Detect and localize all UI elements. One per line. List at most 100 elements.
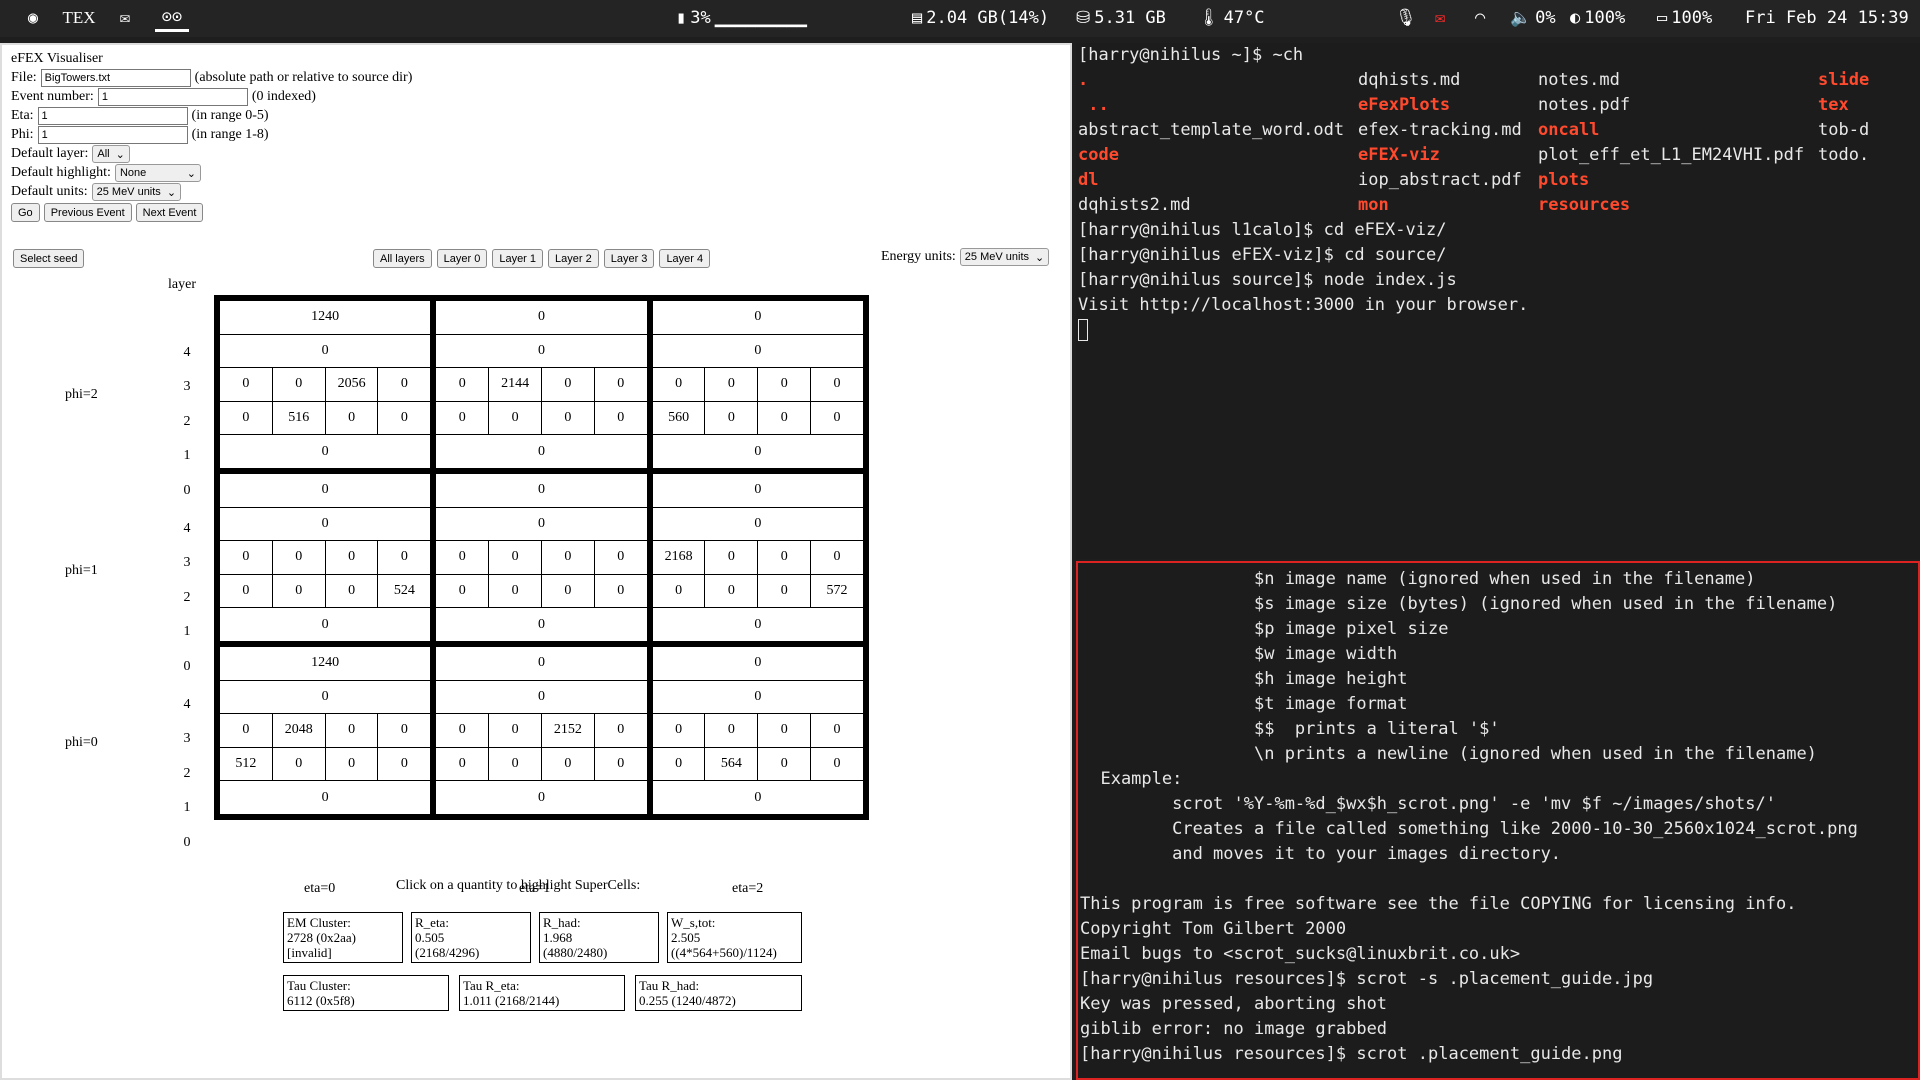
supercell-l1[interactable]: 516: [273, 401, 326, 435]
default-layer-select[interactable]: All ⌄: [92, 145, 130, 163]
supercell-l2[interactable]: 0: [378, 714, 430, 747]
cell-l0[interactable]: 0: [436, 435, 646, 468]
supercell-l1[interactable]: 0: [378, 748, 430, 781]
cell-l0[interactable]: 0: [653, 435, 863, 468]
supercell-l2[interactable]: 0: [220, 541, 273, 574]
supercell-l2[interactable]: 0: [595, 368, 647, 401]
go-button[interactable]: Go: [11, 203, 40, 222]
layer-0-button[interactable]: Layer 0: [436, 249, 488, 268]
supercell-l2[interactable]: 0: [220, 368, 273, 401]
supercell-l2[interactable]: 0: [811, 368, 863, 401]
cell-l0[interactable]: 0: [436, 608, 646, 641]
supercell-l2[interactable]: 2144: [489, 368, 542, 401]
quantity-box[interactable]: Tau R_eta: 1.011 (2168/2144): [459, 975, 625, 1011]
supercell-l1[interactable]: 0: [436, 574, 490, 608]
cell-l4[interactable]: 0: [436, 647, 646, 680]
supercell-l2[interactable]: 0: [220, 714, 273, 747]
supercell-l1[interactable]: 0: [220, 574, 273, 608]
supercell-l2[interactable]: 0: [758, 714, 812, 747]
terminal-top[interactable]: [harry@nihilus ~]$ ~ch . .. abstract_temp…: [1076, 43, 1920, 559]
supercell-l1[interactable]: 0: [595, 402, 647, 435]
layer-1-button[interactable]: Layer 1: [492, 249, 544, 268]
supercell-l2[interactable]: 2056: [326, 368, 379, 401]
quantity-box[interactable]: R_had: 1.968 (4880/2480): [539, 912, 659, 963]
supercell-l1[interactable]: 0: [705, 574, 759, 608]
event-number-input[interactable]: [97, 88, 248, 106]
workspace-4[interactable]: ⊙⊙: [155, 4, 189, 32]
mail-alert-icon[interactable]: ✉: [1435, 8, 1445, 28]
cell-l4[interactable]: 0: [436, 474, 646, 507]
cell-l3[interactable]: 0: [436, 335, 646, 368]
supercell-l2[interactable]: 0: [758, 368, 812, 401]
workspace-1[interactable]: ◉: [16, 4, 50, 32]
energy-units-select[interactable]: 25 MeV units ⌄: [959, 248, 1050, 266]
supercell-l2[interactable]: 0: [542, 368, 595, 401]
supercell-l2[interactable]: 0: [542, 541, 595, 574]
supercell-l1[interactable]: 0: [326, 747, 379, 781]
supercell-l2[interactable]: 0: [326, 541, 379, 574]
supercell-l2[interactable]: 0: [326, 714, 379, 747]
supercell-l2[interactable]: 2152: [542, 714, 595, 747]
eta-input[interactable]: [37, 107, 188, 125]
cell-l4[interactable]: 1240: [220, 647, 430, 680]
supercell-l1[interactable]: 0: [436, 401, 490, 435]
supercell-l2[interactable]: 0: [378, 368, 430, 401]
workspace-2[interactable]: TEX: [62, 4, 96, 32]
supercell-l1[interactable]: 0: [811, 748, 863, 781]
layer-4-button[interactable]: Layer 4: [659, 249, 711, 268]
cell-l3[interactable]: 0: [653, 508, 863, 541]
supercell-l1[interactable]: 524: [378, 575, 430, 608]
supercell-l1[interactable]: 572: [811, 575, 863, 608]
supercell-l1[interactable]: 0: [758, 574, 812, 608]
supercell-l1[interactable]: 564: [705, 747, 759, 781]
supercell-l2[interactable]: 2168: [653, 541, 706, 574]
cell-l3[interactable]: 0: [220, 681, 430, 714]
supercell-l1[interactable]: 0: [542, 747, 595, 781]
cell-l3[interactable]: 0: [220, 335, 430, 368]
cell-l3[interactable]: 0: [653, 681, 863, 714]
supercell-l2[interactable]: 0: [273, 541, 326, 574]
supercell-l2[interactable]: 0: [595, 541, 647, 574]
supercell-l1[interactable]: 0: [489, 574, 542, 608]
supercell-l2[interactable]: 0: [758, 541, 812, 574]
supercell-l2[interactable]: 0: [378, 541, 430, 574]
cell-l0[interactable]: 0: [220, 608, 430, 641]
supercell-l2[interactable]: 0: [653, 368, 706, 401]
cell-l4[interactable]: 1240: [220, 301, 430, 334]
cell-l0[interactable]: 0: [220, 435, 430, 468]
supercell-l2[interactable]: 2048: [273, 714, 326, 747]
all-layers-button[interactable]: All layers: [373, 249, 432, 268]
layer-3-button[interactable]: Layer 3: [603, 249, 655, 268]
supercell-l2[interactable]: 0: [436, 714, 490, 747]
cell-l3[interactable]: 0: [220, 508, 430, 541]
cell-l4[interactable]: 0: [653, 474, 863, 507]
supercell-l2[interactable]: 0: [489, 714, 542, 747]
supercell-l2[interactable]: 0: [705, 368, 759, 401]
supercell-l1[interactable]: 0: [489, 401, 542, 435]
next-event-button[interactable]: Next Event: [135, 203, 204, 222]
supercell-l2[interactable]: 0: [811, 714, 863, 747]
supercell-l1[interactable]: 0: [436, 747, 490, 781]
cell-l3[interactable]: 0: [436, 508, 646, 541]
supercell-l1[interactable]: 0: [378, 402, 430, 435]
supercell-l1[interactable]: 0: [595, 575, 647, 608]
quantity-box[interactable]: EM Cluster: 2728 (0x2aa) [invalid]: [283, 912, 403, 963]
supercell-l1[interactable]: 0: [595, 748, 647, 781]
volume-indicator[interactable]: 🔈 0%: [1510, 8, 1556, 28]
select-seed-button[interactable]: Select seed: [13, 249, 85, 268]
brightness-indicator[interactable]: ◐ 100%: [1570, 8, 1625, 28]
supercell-l2[interactable]: 0: [436, 541, 490, 574]
supercell-l1[interactable]: 0: [758, 747, 812, 781]
workspace-3[interactable]: ✉: [108, 4, 142, 32]
quantity-box[interactable]: W_s,tot: 2.505 ((4*564+560)/1124): [667, 912, 802, 963]
cell-l4[interactable]: 0: [436, 301, 646, 334]
cell-l0[interactable]: 0: [220, 781, 430, 814]
supercell-l1[interactable]: 0: [653, 574, 706, 608]
supercell-l1[interactable]: 0: [489, 747, 542, 781]
phi-input[interactable]: [37, 126, 188, 144]
clock[interactable]: Fri Feb 24 15:39: [1745, 8, 1909, 28]
supercell-l2[interactable]: 0: [705, 541, 759, 574]
cell-l0[interactable]: 0: [653, 608, 863, 641]
cell-l4[interactable]: 0: [220, 474, 430, 507]
supercell-l2[interactable]: 0: [436, 368, 490, 401]
